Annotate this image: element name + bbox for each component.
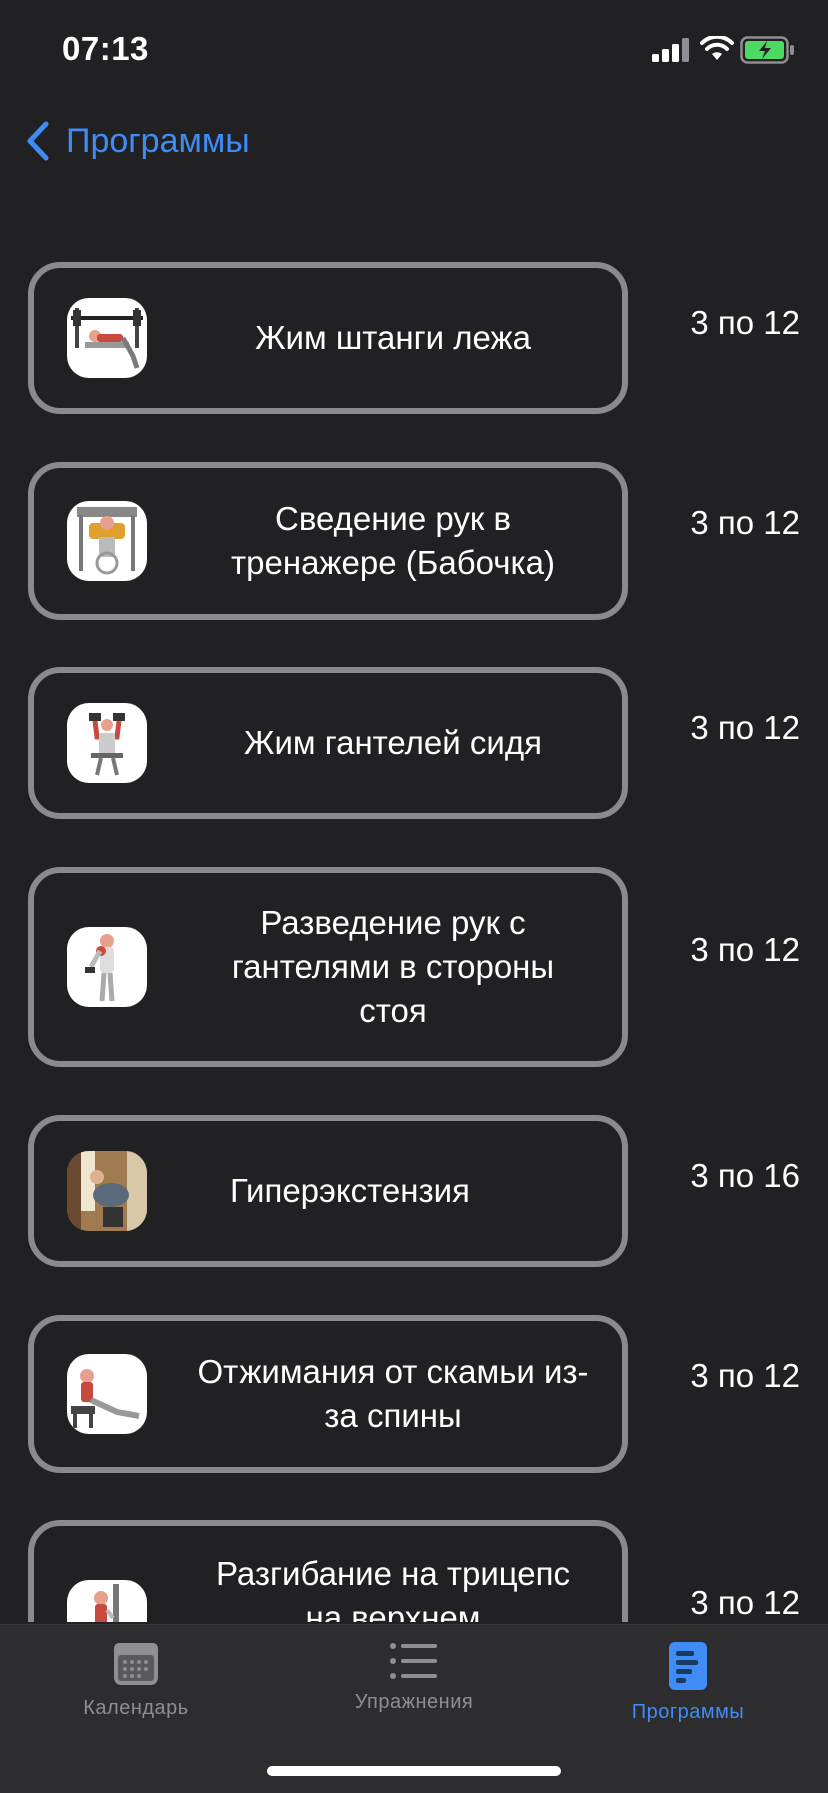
navigation-bar: Программы: [0, 110, 828, 174]
lateral-raise-icon: [67, 927, 147, 1007]
exercise-sets: 3 по 12: [690, 1584, 800, 1621]
exercise-title: Отжимания от скамьи из-за спины: [197, 1353, 589, 1434]
tab-label: Упражнения: [354, 1691, 474, 1713]
back-label: Программы: [66, 121, 250, 160]
exercise-card[interactable]: Гиперэкстензия: [28, 1115, 628, 1267]
exercise-title: Жим штанги лежа: [255, 319, 531, 356]
tab-calendar[interactable]: Календарь: [26, 1641, 246, 1720]
exercise-card[interactable]: Сведение рук в тренажере (Бабочка): [28, 462, 628, 620]
calendar-icon: [114, 1643, 158, 1685]
bench-dips-icon: [67, 1354, 147, 1434]
exercise-card[interactable]: Жим гантелей сидя: [28, 667, 628, 819]
tab-exercises[interactable]: Упражнения: [304, 1641, 524, 1714]
wifi-icon: [700, 36, 734, 60]
chevron-left-icon: [27, 121, 49, 161]
butterfly-machine-icon: [67, 501, 147, 581]
exercise-card[interactable]: Разведение рук с гантелями в стороны сто…: [28, 867, 628, 1067]
exercise-sets: 3 по 12: [690, 709, 800, 746]
list-icon: [390, 1643, 437, 1679]
hyperextension-photo: [67, 1151, 147, 1231]
seated-dumbbell-press-icon: [67, 703, 147, 783]
exercise-title: Разгибание на трицепс на верхнем: [215, 1555, 571, 1622]
tab-label: Программы: [631, 1701, 745, 1723]
exercise-sets: 3 по 12: [690, 504, 800, 541]
exercise-title: Сведение рук в тренажере (Бабочка): [231, 500, 555, 581]
cellular-signal-icon: [652, 38, 689, 62]
exercise-sets: 3 по 12: [690, 304, 800, 341]
exercise-title: Жим гантелей сидя: [244, 724, 542, 761]
triceps-pushdown-icon: [67, 1580, 147, 1622]
exercise-title: Гиперэкстензия: [230, 1172, 470, 1209]
home-indicator: [267, 1766, 561, 1776]
back-button[interactable]: Программы: [24, 120, 250, 162]
exercise-card[interactable]: Жим штанги лежа: [28, 262, 628, 414]
status-time: 07:13: [62, 30, 149, 67]
tab-label: Календарь: [83, 1697, 189, 1719]
status-bar: 07:13: [0, 0, 828, 100]
exercise-sets: 3 по 12: [690, 931, 800, 968]
exercise-card[interactable]: Разгибание на трицепс на верхнем: [28, 1520, 628, 1622]
battery-charging-icon: [740, 36, 794, 64]
exercise-list[interactable]: Жим штанги лежа 3 по 12 Сведение рук в т…: [28, 262, 800, 1622]
exercise-sets: 3 по 12: [690, 1357, 800, 1394]
exercise-sets: 3 по 16: [690, 1157, 800, 1194]
bench-press-icon: [67, 298, 147, 378]
exercise-title: Разведение рук с гантелями в стороны сто…: [231, 904, 555, 1029]
document-icon: [669, 1642, 707, 1690]
tab-programs[interactable]: Программы: [578, 1641, 798, 1724]
exercise-card[interactable]: Отжимания от скамьи из-за спины: [28, 1315, 628, 1473]
